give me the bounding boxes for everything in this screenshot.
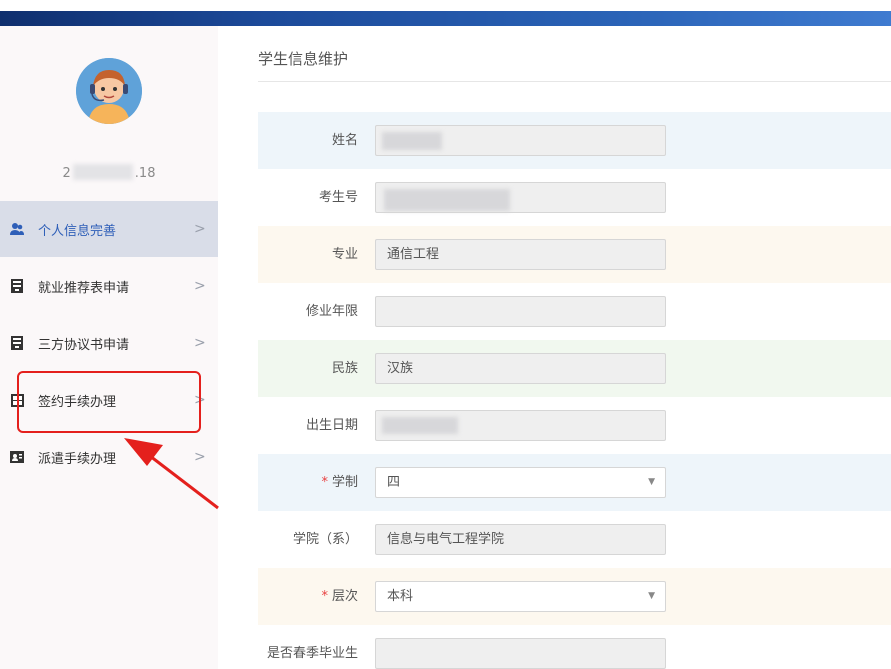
birth-date-field[interactable] bbox=[375, 410, 666, 441]
page-title: 学生信息维护 bbox=[258, 50, 349, 68]
field-label: 是否春季毕业生 bbox=[266, 646, 358, 661]
chevron-right-icon: > bbox=[194, 221, 206, 237]
sidebar-item-tripartite-agreement[interactable]: 三方协议书申请 > bbox=[0, 315, 218, 371]
form-row-major: 专业 通信工程 bbox=[258, 226, 891, 283]
annotation-highlight-box bbox=[17, 371, 201, 433]
field-label: 专业 bbox=[331, 247, 358, 262]
form-row-name: 姓名 bbox=[258, 112, 891, 169]
field-label: * 层次 bbox=[321, 589, 358, 604]
chevron-right-icon: > bbox=[194, 278, 206, 294]
main-content: 学生信息维护 姓名 考生号 专业 通信工程 修业年限 民族 汉族 出生日期 * … bbox=[218, 26, 891, 669]
form-row-school-system: * 学制 四 ▼ bbox=[258, 454, 891, 511]
field-label: 姓名 bbox=[331, 133, 358, 148]
username: 2.18 bbox=[0, 164, 218, 181]
study-years-field[interactable] bbox=[375, 296, 666, 327]
sidebar: 2.18 个人信息完善 > 就业推荐表申请 > 三方协议书申请 > 签约手续办理… bbox=[0, 26, 218, 669]
sidebar-item-employment-recommendation[interactable]: 就业推荐表申请 > bbox=[0, 258, 218, 314]
sidebar-item-label: 三方协议书申请 bbox=[38, 337, 130, 353]
top-header bbox=[0, 0, 891, 26]
form-row-spring-graduate: 是否春季毕业生 bbox=[258, 625, 891, 669]
field-label: * 学制 bbox=[321, 475, 358, 490]
spring-graduate-field[interactable] bbox=[375, 638, 666, 669]
chevron-down-icon: ▼ bbox=[648, 591, 655, 601]
username-blur bbox=[72, 164, 133, 180]
major-field[interactable]: 通信工程 bbox=[375, 239, 666, 270]
field-label: 考生号 bbox=[318, 190, 358, 205]
sidebar-item-label: 个人信息完善 bbox=[38, 223, 117, 239]
redacted-value bbox=[384, 189, 510, 211]
divider bbox=[258, 81, 891, 82]
chevron-right-icon: > bbox=[194, 335, 206, 351]
school-system-select[interactable]: 四 ▼ bbox=[375, 467, 666, 498]
sidebar-item-profile[interactable]: 个人信息完善 > bbox=[0, 201, 218, 257]
field-label: 修业年限 bbox=[305, 304, 358, 319]
username-suffix: .18 bbox=[134, 166, 156, 181]
required-mark: * bbox=[321, 589, 328, 604]
redacted-value bbox=[382, 417, 458, 434]
name-field[interactable] bbox=[375, 125, 666, 156]
chevron-right-icon: > bbox=[194, 449, 206, 465]
username-prefix: 2 bbox=[62, 166, 71, 181]
chevron-down-icon: ▼ bbox=[648, 477, 655, 487]
form-row-level: * 层次 本科 ▼ bbox=[258, 568, 891, 625]
avatar-icon bbox=[76, 58, 142, 124]
exam-number-field[interactable] bbox=[375, 182, 666, 213]
sidebar-item-label: 就业推荐表申请 bbox=[38, 280, 130, 296]
redacted-value bbox=[382, 132, 442, 150]
document-icon bbox=[8, 334, 26, 352]
avatar[interactable] bbox=[76, 58, 142, 124]
field-label: 民族 bbox=[331, 361, 358, 376]
field-label: 学院（系） bbox=[292, 532, 358, 547]
required-mark: * bbox=[321, 475, 328, 490]
id-card-icon bbox=[8, 448, 26, 466]
user-icon bbox=[8, 220, 26, 238]
document-icon bbox=[8, 277, 26, 295]
header-bar bbox=[0, 11, 891, 26]
form-row-ethnicity: 民族 汉族 bbox=[258, 340, 891, 397]
sidebar-item-dispatch-procedures[interactable]: 派遣手续办理 > bbox=[0, 429, 218, 485]
form-row-college: 学院（系） 信息与电气工程学院 bbox=[258, 511, 891, 568]
ethnicity-field[interactable]: 汉族 bbox=[375, 353, 666, 384]
form-row-exam-number: 考生号 bbox=[258, 169, 891, 226]
college-field[interactable]: 信息与电气工程学院 bbox=[375, 524, 666, 555]
sidebar-item-label: 派遣手续办理 bbox=[38, 451, 117, 467]
field-label: 出生日期 bbox=[305, 418, 358, 433]
level-select[interactable]: 本科 ▼ bbox=[375, 581, 666, 612]
form-row-study-years: 修业年限 bbox=[258, 283, 891, 340]
form-row-birth-date: 出生日期 bbox=[258, 397, 891, 454]
